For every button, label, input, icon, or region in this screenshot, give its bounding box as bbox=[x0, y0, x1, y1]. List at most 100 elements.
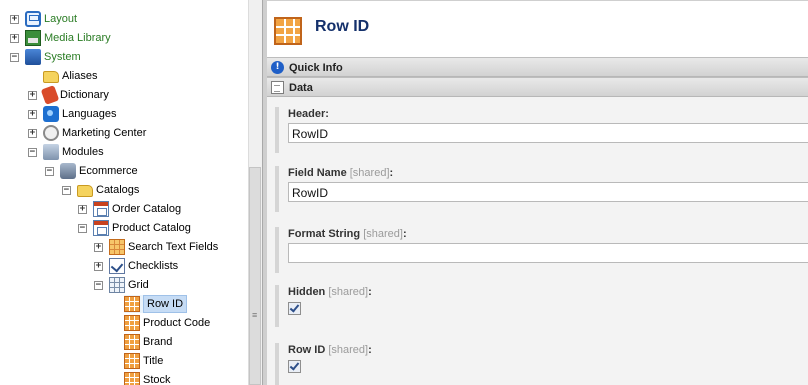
collapse-toggle[interactable]: − bbox=[10, 52, 19, 62]
folder-icon bbox=[77, 185, 93, 197]
tree-node-title[interactable]: Title bbox=[124, 352, 163, 370]
field-label: Format String [shared]: bbox=[288, 227, 808, 241]
field-name-input[interactable]: RowID bbox=[288, 182, 808, 202]
catalog-icon bbox=[93, 220, 109, 236]
field-icon bbox=[124, 315, 140, 331]
field-label-text: Row ID bbox=[288, 344, 326, 356]
expand-toggle[interactable]: + bbox=[94, 261, 103, 271]
item-title: Row ID bbox=[315, 18, 370, 35]
tree-node-label[interactable]: Stock bbox=[143, 371, 171, 385]
shared-tag: [shared] bbox=[349, 167, 390, 179]
tree-node-label[interactable]: Marketing Center bbox=[62, 124, 146, 142]
tree-node-layout[interactable]: + Layout bbox=[10, 10, 77, 28]
tree-node-marketing-center[interactable]: + Marketing Center bbox=[28, 124, 146, 142]
tree-node-aliases[interactable]: Aliases bbox=[43, 67, 97, 85]
section-data[interactable]: Data bbox=[267, 77, 808, 97]
tree-node-label[interactable]: Languages bbox=[62, 105, 116, 123]
tree-node-grid[interactable]: − Grid bbox=[94, 276, 149, 294]
field-label: Header: bbox=[288, 107, 808, 121]
expand-toggle[interactable]: + bbox=[94, 242, 103, 252]
tree-node-label[interactable]: Dictionary bbox=[60, 86, 109, 104]
tree-node-label[interactable]: Grid bbox=[128, 276, 149, 294]
tree-node-languages[interactable]: + Languages bbox=[28, 105, 116, 123]
tree-node-product-catalog[interactable]: − Product Catalog bbox=[78, 219, 191, 237]
collapse-toggle[interactable]: − bbox=[78, 223, 87, 233]
expand-toggle[interactable]: + bbox=[10, 33, 19, 43]
field-label: Hidden [shared]: bbox=[288, 285, 808, 299]
tree-node-ecommerce[interactable]: − Ecommerce bbox=[45, 162, 138, 180]
section-quick-info[interactable]: ! Quick Info bbox=[267, 57, 808, 77]
grid-icon bbox=[109, 277, 125, 293]
tree-node-stock[interactable]: Stock bbox=[124, 371, 171, 385]
tree-node-row-id[interactable]: Row ID bbox=[124, 295, 188, 313]
expand-toggle[interactable]: + bbox=[78, 204, 87, 214]
tree-node-label[interactable]: Modules bbox=[62, 143, 104, 161]
expand-toggle[interactable]: + bbox=[28, 128, 37, 138]
tree-node-media-library[interactable]: + Media Library bbox=[10, 29, 111, 47]
catalog-icon bbox=[93, 201, 109, 217]
shared-tag: [shared] bbox=[328, 286, 369, 298]
languages-icon bbox=[43, 106, 59, 122]
tree-node-label[interactable]: Aliases bbox=[62, 67, 97, 85]
tree-node-catalogs[interactable]: − Catalogs bbox=[62, 181, 139, 199]
shared-tag: [shared] bbox=[363, 228, 403, 240]
collapse-toggle[interactable]: − bbox=[94, 280, 103, 290]
checklist-icon bbox=[109, 258, 125, 274]
tree-node-label[interactable]: Order Catalog bbox=[112, 200, 181, 218]
editor-fields: Header: RowID Field Name [shared]: RowID… bbox=[267, 97, 808, 385]
header-input[interactable]: RowID bbox=[288, 123, 808, 143]
tree-node-label[interactable]: Media Library bbox=[44, 29, 111, 47]
tree-node-dictionary[interactable]: + Dictionary bbox=[28, 85, 109, 105]
collapse-toggle[interactable]: − bbox=[28, 147, 37, 157]
expand-toggle[interactable]: + bbox=[28, 109, 37, 119]
tree-node-label[interactable]: Product Catalog bbox=[112, 219, 191, 237]
tree-node-label[interactable]: Search Text Fields bbox=[128, 238, 218, 256]
shared-tag: [shared] bbox=[328, 344, 369, 356]
field-icon bbox=[124, 334, 140, 350]
field-field-name: Field Name [shared]: RowID bbox=[275, 166, 808, 212]
section-label: Quick Info bbox=[289, 62, 343, 74]
tree-node-order-catalog[interactable]: + Order Catalog bbox=[78, 200, 181, 218]
tree-scrollbar-thumb[interactable] bbox=[249, 167, 261, 385]
tree-node-label[interactable]: Brand bbox=[143, 333, 172, 351]
field-label: Row ID [shared]: bbox=[288, 343, 808, 357]
section-label: Data bbox=[289, 82, 313, 94]
collapse-toggle[interactable]: − bbox=[62, 185, 71, 195]
tree-node-label[interactable]: Product Code bbox=[143, 314, 210, 332]
collapse-toggle[interactable]: − bbox=[45, 166, 54, 176]
expand-toggle[interactable]: + bbox=[10, 14, 19, 24]
format-string-input[interactable] bbox=[288, 243, 808, 263]
ecommerce-icon bbox=[60, 163, 76, 179]
expand-toggle[interactable]: + bbox=[28, 90, 37, 100]
tree-node-brand[interactable]: Brand bbox=[124, 333, 172, 351]
fields-icon bbox=[109, 239, 125, 255]
splitter-grip-icon[interactable]: ≡ bbox=[252, 310, 257, 320]
tree-node-label[interactable]: Title bbox=[143, 352, 163, 370]
content-tree: + Layout + Media Library − System Aliase… bbox=[0, 0, 248, 385]
field-hidden: Hidden [shared]: bbox=[275, 285, 808, 327]
tree-node-checklists[interactable]: + Checklists bbox=[94, 257, 178, 275]
field-label: Field Name [shared]: bbox=[288, 166, 808, 180]
row-id-checkbox[interactable] bbox=[288, 360, 301, 373]
folder-icon bbox=[43, 71, 59, 83]
field-header: Header: RowID bbox=[275, 107, 808, 153]
field-label-text: Hidden bbox=[288, 286, 326, 298]
label-colon: : bbox=[325, 108, 329, 120]
field-icon bbox=[124, 372, 140, 385]
tree-node-product-code[interactable]: Product Code bbox=[124, 314, 210, 332]
field-label-text: Field Name bbox=[288, 167, 347, 179]
tree-node-system[interactable]: − System bbox=[10, 48, 81, 66]
label-colon: : bbox=[402, 228, 407, 240]
info-icon: ! bbox=[271, 61, 284, 74]
tree-node-modules[interactable]: − Modules bbox=[28, 143, 104, 161]
tree-node-label[interactable]: Layout bbox=[44, 10, 77, 28]
tree-node-label-selected[interactable]: Row ID bbox=[143, 295, 188, 313]
hidden-checkbox[interactable] bbox=[288, 302, 301, 315]
tree-node-label[interactable]: System bbox=[44, 48, 81, 66]
tree-node-search-text-fields[interactable]: + Search Text Fields bbox=[94, 238, 218, 256]
tree-node-label[interactable]: Catalogs bbox=[96, 181, 139, 199]
tree-node-label[interactable]: Ecommerce bbox=[79, 162, 138, 180]
label-colon: : bbox=[389, 167, 394, 179]
layout-icon bbox=[25, 11, 41, 27]
tree-node-label[interactable]: Checklists bbox=[128, 257, 178, 275]
